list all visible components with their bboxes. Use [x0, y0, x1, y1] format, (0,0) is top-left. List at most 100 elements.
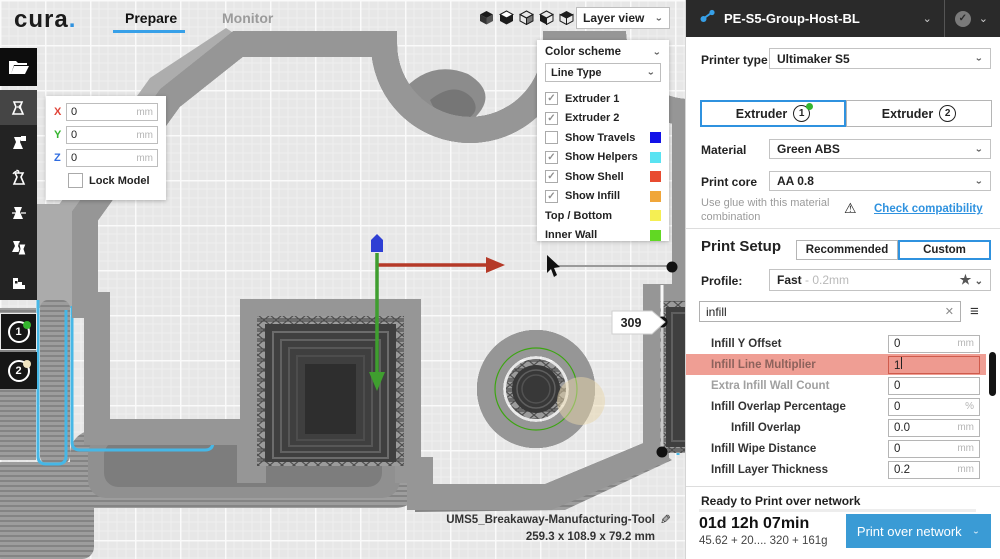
- layer-number: 309: [621, 316, 642, 330]
- extruder-2-material-dot: [23, 360, 31, 368]
- extruder2-checkbox[interactable]: [545, 112, 558, 125]
- setting-value-input[interactable]: 0mm: [888, 335, 980, 353]
- recommended-toggle[interactable]: Recommended: [796, 240, 898, 260]
- infill-color-swatch: [650, 191, 661, 202]
- settings-menu-icon[interactable]: ≡: [970, 303, 979, 320]
- y-position-input[interactable]: 0mm: [66, 126, 158, 144]
- chevron-down-icon: ⌄: [975, 276, 983, 287]
- printer-status-check-icon[interactable]: ✓: [955, 11, 971, 27]
- extruder-1-tab[interactable]: Extruder 1: [700, 100, 846, 127]
- printer-type-label: Printer type: [701, 53, 768, 67]
- material-dot: [806, 103, 813, 110]
- show-travels-checkbox[interactable]: [545, 131, 558, 144]
- show-helpers-checkbox[interactable]: [545, 151, 558, 164]
- glue-note: Use glue with this material combination: [701, 196, 851, 225]
- per-model-settings-tool[interactable]: [0, 230, 37, 265]
- inner-wall-color-swatch: [650, 230, 661, 241]
- solid-dark-view-icon[interactable]: [499, 10, 514, 25]
- setting-value-input[interactable]: 0: [888, 377, 980, 395]
- printer-type-dropdown[interactable]: Ultimaker S5⌄: [769, 48, 991, 69]
- extruder1-checkbox[interactable]: [545, 92, 558, 105]
- setting-value-input-active[interactable]: 1: [888, 356, 980, 374]
- chevron-down-icon[interactable]: ⌄: [979, 12, 988, 25]
- profile-label: Profile:: [701, 274, 742, 288]
- setting-row: Infill Overlap Percentage 0%: [686, 396, 986, 417]
- print-core-label: Print core: [701, 175, 757, 189]
- tab-prepare[interactable]: Prepare: [125, 10, 177, 26]
- support-blocker-tool[interactable]: [0, 265, 37, 300]
- extruder-select-buttons: 1 2: [0, 313, 41, 391]
- divider: [686, 486, 1000, 487]
- check-compatibility-link[interactable]: Check compatibility: [874, 203, 983, 215]
- chevron-down-icon[interactable]: ⌄: [653, 48, 661, 57]
- x-axis-label: X: [54, 106, 66, 118]
- half-view-icon[interactable]: [539, 10, 554, 25]
- z-axis-label: Z: [54, 152, 66, 164]
- material-dropdown[interactable]: Green ABS⌄: [769, 139, 991, 159]
- mirror-tool[interactable]: [0, 195, 37, 230]
- shell-color-swatch: [650, 171, 661, 182]
- profile-dropdown[interactable]: Fast - 0.2mm ★ ⌄: [769, 269, 991, 291]
- progress-track: [699, 509, 976, 512]
- open-file-button[interactable]: [0, 48, 37, 86]
- chevron-down-icon: ⌄: [975, 145, 983, 154]
- setting-row-highlighted: Infill Line Multiplier 1: [686, 354, 986, 375]
- printer-header[interactable]: PE-S5-Group-Host-BL ⌄ ✓ ⌄: [686, 0, 1000, 37]
- extruder-1-button[interactable]: 1: [0, 313, 37, 350]
- warning-icon: ⚠: [844, 200, 857, 217]
- custom-toggle[interactable]: Custom: [898, 240, 991, 260]
- cura-logo: cura.: [14, 6, 76, 34]
- tab-monitor[interactable]: Monitor: [222, 10, 273, 26]
- scale-tool[interactable]: [0, 125, 37, 160]
- print-core-dropdown[interactable]: AA 0.8⌄: [769, 171, 991, 191]
- lock-model-label: Lock Model: [89, 175, 150, 187]
- star-icon[interactable]: ★: [960, 272, 972, 287]
- show-shell-checkbox[interactable]: [545, 170, 558, 183]
- extruder-2-button[interactable]: 2: [0, 352, 37, 389]
- view-mode-dropdown[interactable]: Layer view ⌄: [576, 7, 670, 29]
- cura-window: 309 cura. Prepare Monitor Layer view ⌄ 1: [0, 0, 1000, 559]
- setting-value-input[interactable]: 0.0mm: [888, 419, 980, 437]
- chevron-down-icon: ⌄: [923, 12, 932, 25]
- extruder-2-number: 2: [15, 365, 21, 377]
- extruder-2-tab[interactable]: Extruder 2: [846, 100, 992, 127]
- setting-value-input[interactable]: 0.2mm: [888, 461, 980, 479]
- clear-search-icon[interactable]: ✕: [945, 305, 954, 318]
- chevron-down-icon: ⌄: [647, 68, 655, 77]
- rename-pencil-icon[interactable]: ✎: [660, 512, 671, 528]
- setting-row: Infill Layer Thickness 0.2mm: [686, 459, 986, 480]
- layer-view-icon[interactable]: [559, 10, 574, 25]
- top-bottom-color-swatch: [650, 210, 661, 221]
- travels-color-swatch: [650, 132, 661, 143]
- color-scheme-title: Color scheme: [545, 46, 621, 58]
- settings-scrollbar[interactable]: [989, 352, 996, 396]
- print-over-network-button[interactable]: Print over network⌄: [846, 514, 991, 548]
- print-time-estimate: 01d 12h 07min: [699, 515, 809, 533]
- extruder-1-number: 1: [15, 326, 21, 338]
- show-infill-checkbox[interactable]: [545, 190, 558, 203]
- job-status-text: Ready to Print over network: [701, 494, 860, 508]
- model-filename: UMS5_Breakaway-Manufacturing-Tool: [400, 514, 655, 526]
- solid-view-icon[interactable]: [479, 10, 494, 25]
- extruder-1-material-dot: [23, 321, 31, 329]
- setting-value-input[interactable]: 0%: [888, 398, 980, 416]
- divider: [686, 228, 1000, 229]
- sidebar: PE-S5-Group-Host-BL ⌄ ✓ ⌄ Printer type U…: [685, 0, 1000, 559]
- setting-row: Extra Infill Wall Count 0: [686, 375, 986, 396]
- lock-model-checkbox[interactable]: [68, 173, 83, 188]
- logo-dot: .: [69, 6, 77, 33]
- middle-pocket: [257, 316, 404, 466]
- setting-value-input[interactable]: 0mm: [888, 440, 980, 458]
- model-dimensions: 259.3 x 108.9 x 79.2 mm: [400, 531, 655, 543]
- xray-view-icon[interactable]: [519, 10, 534, 25]
- setting-search-input[interactable]: infill ✕: [699, 301, 961, 322]
- helpers-color-swatch: [650, 152, 661, 163]
- rotate-tool[interactable]: [0, 160, 37, 195]
- active-tab-underline: [113, 30, 185, 33]
- tool-column: [0, 90, 37, 300]
- y-axis-label: Y: [54, 129, 66, 141]
- line-type-dropdown[interactable]: Line Type⌄: [545, 63, 661, 82]
- move-tool[interactable]: [0, 90, 37, 125]
- x-position-input[interactable]: 0mm: [66, 103, 158, 121]
- z-position-input[interactable]: 0mm: [66, 149, 158, 167]
